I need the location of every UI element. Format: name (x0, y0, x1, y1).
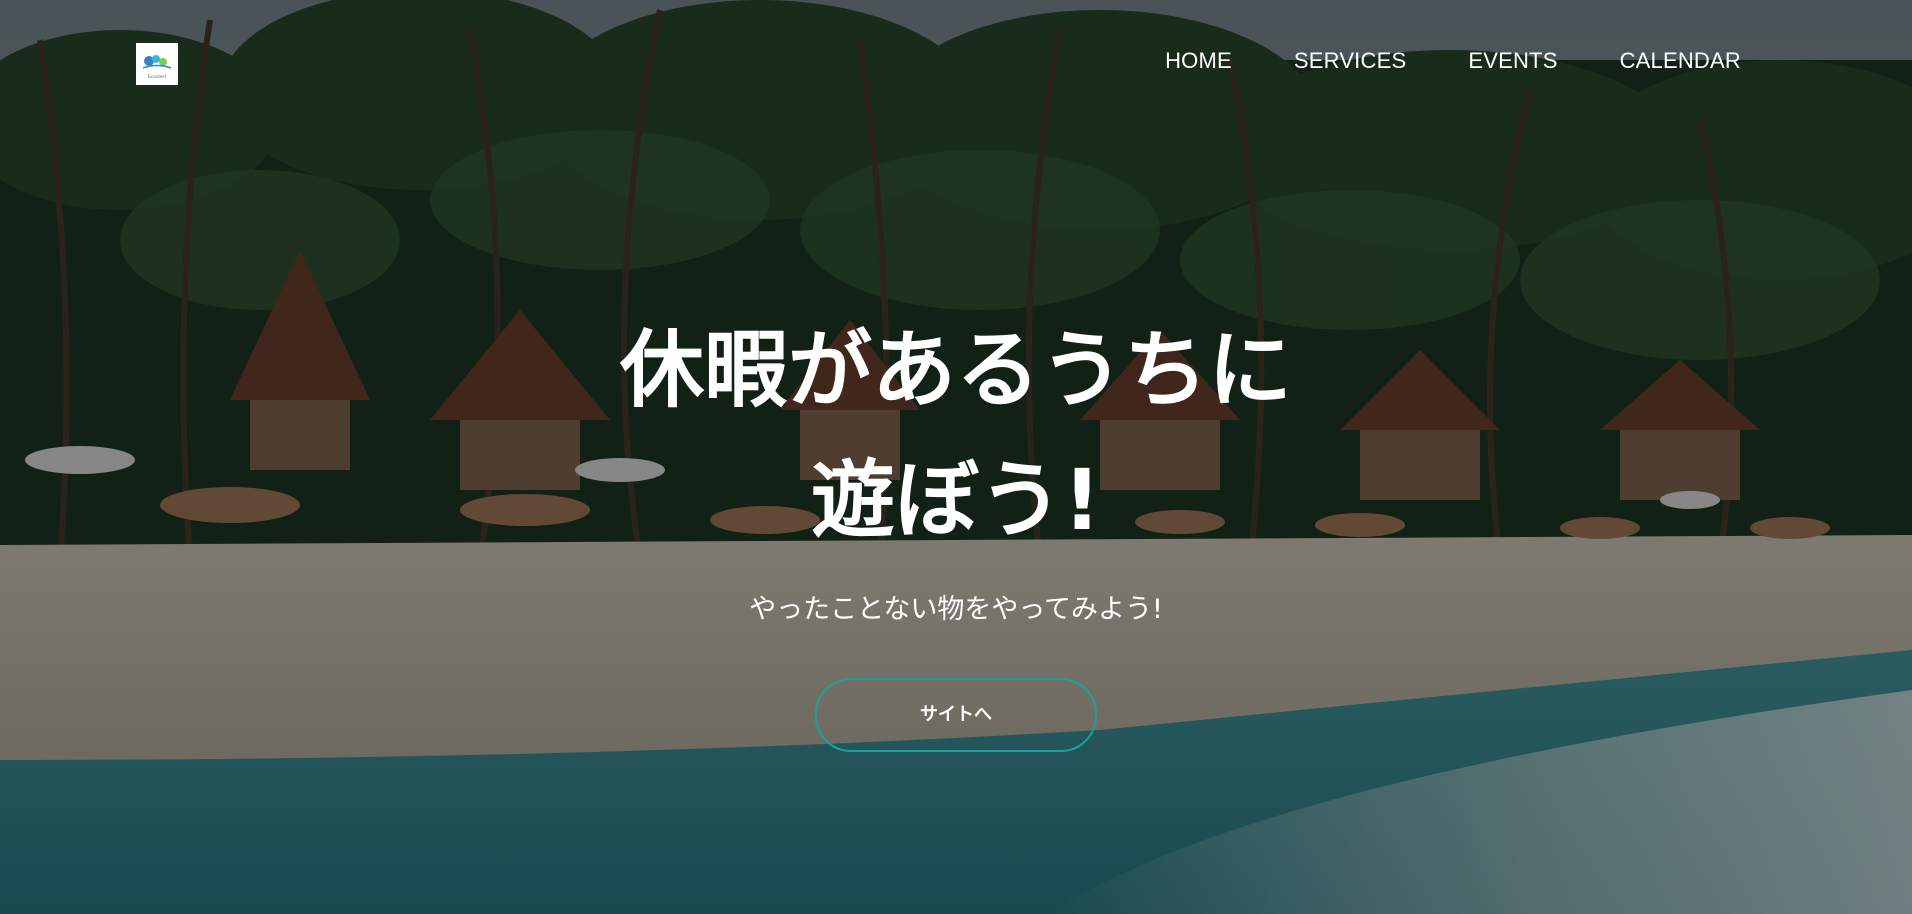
hero-title-line-1: 休暇があるうちに (619, 321, 1292, 419)
hero-subtitle: やったことない物をやってみよう! (749, 594, 1163, 625)
nav-events[interactable]: EVENTS (1468, 48, 1557, 74)
site-logo[interactable]: Excellent (136, 43, 178, 85)
hero-content: 休暇があるうちに 遊ぼう! やったことない物をやってみよう! サイトへ (0, 305, 1912, 752)
logo-label: Excellent (147, 73, 167, 79)
go-to-site-button[interactable]: サイトへ (815, 678, 1097, 752)
nav-home[interactable]: HOME (1165, 48, 1232, 74)
main-nav: HOME SERVICES EVENTS CALENDAR (1165, 48, 1741, 74)
hero-section: Excellent HOME SERVICES EVENTS CALENDAR … (0, 0, 1912, 914)
hero-title-line-2: 遊ぼう! (810, 451, 1102, 549)
nav-services[interactable]: SERVICES (1294, 48, 1406, 74)
nav-calendar[interactable]: CALENDAR (1620, 48, 1741, 74)
hero-title: 休暇があるうちに 遊ぼう! (0, 305, 1912, 565)
site-header: Excellent HOME SERVICES EVENTS CALENDAR (0, 0, 1912, 125)
logo-icon (142, 54, 172, 69)
